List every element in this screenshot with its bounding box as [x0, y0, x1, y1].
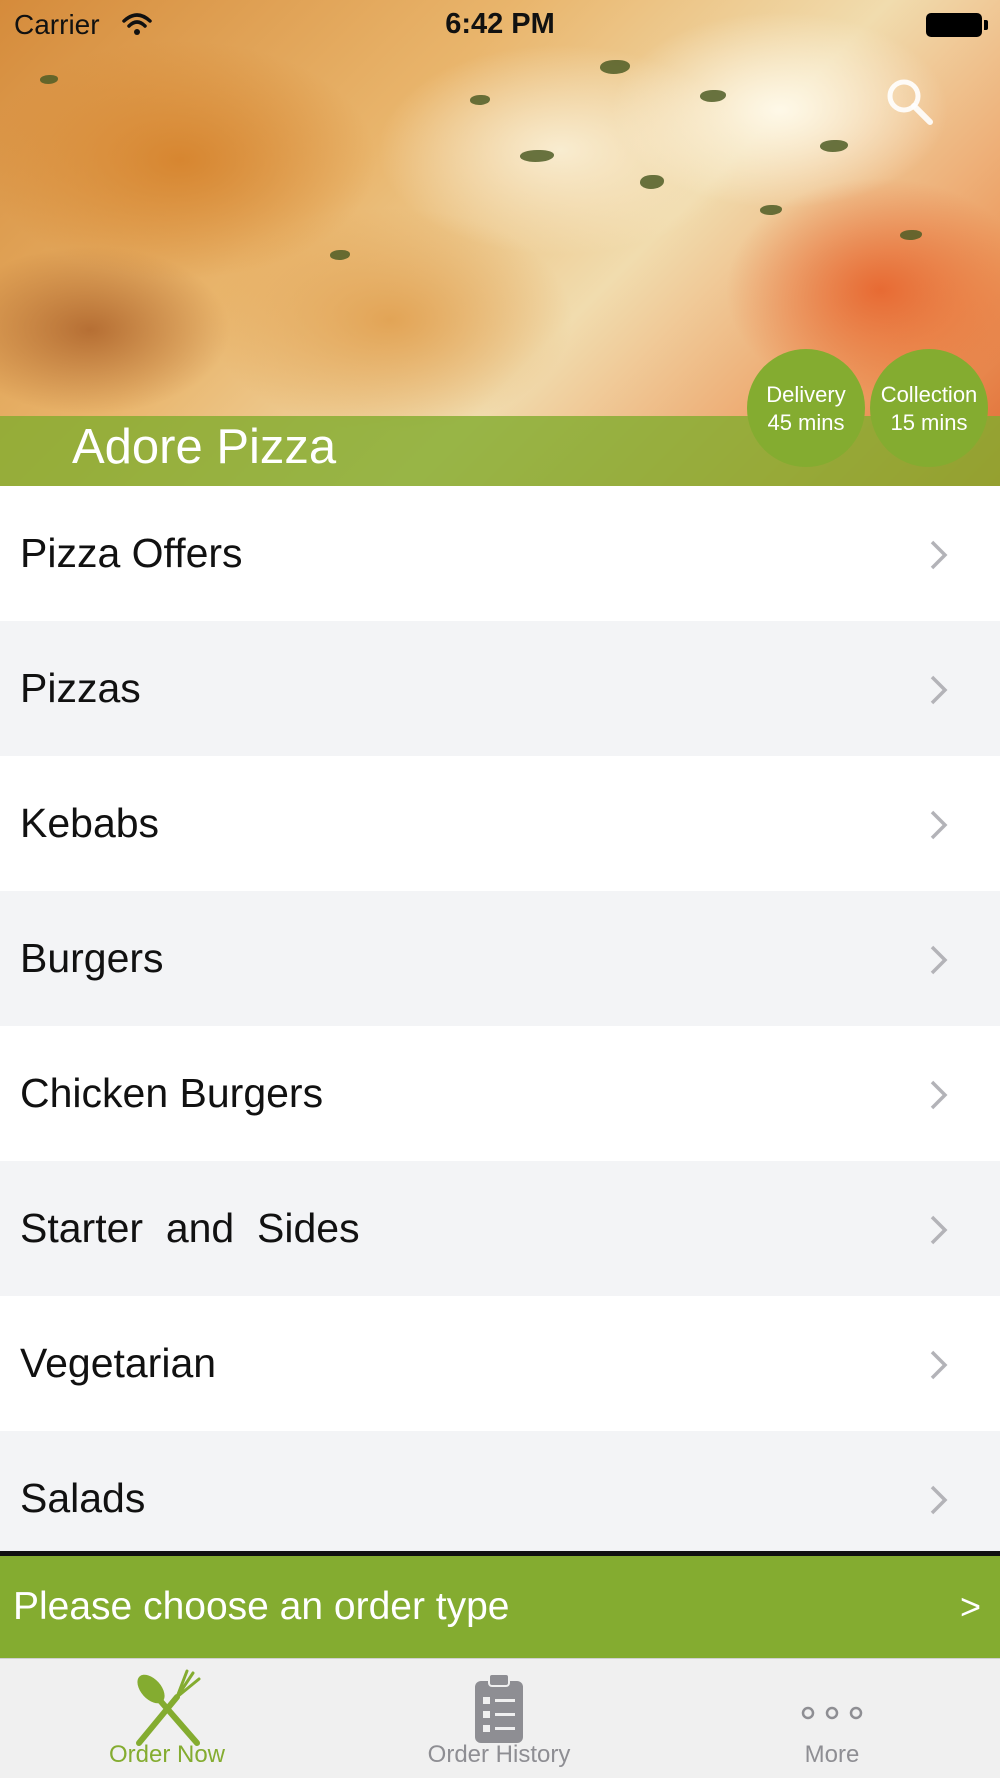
- order-type-arrow: >: [960, 1586, 982, 1627]
- tab-label: Order Now: [108, 1741, 226, 1768]
- clipboard-icon: [475, 1673, 523, 1743]
- tab-bar: Order Now Order History More: [0, 1658, 1000, 1778]
- category-label: Pizzas: [20, 665, 141, 711]
- category-label: Starter and Sides: [20, 1205, 360, 1251]
- category-item-pizza-offers[interactable]: Pizza Offers: [0, 486, 1000, 621]
- tab-label: Order History: [427, 1741, 571, 1768]
- herb-decoration: [760, 205, 782, 215]
- herb-decoration: [40, 75, 58, 84]
- chevron-right-icon: [930, 1215, 948, 1245]
- category-label: Pizza Offers: [20, 530, 243, 576]
- herb-decoration: [600, 60, 630, 74]
- herb-decoration: [700, 90, 726, 102]
- category-label: Chicken Burgers: [20, 1070, 324, 1116]
- category-item-starter-and-sides[interactable]: Starter and Sides: [0, 1161, 1000, 1296]
- herb-decoration: [900, 230, 922, 240]
- search-icon[interactable]: [880, 72, 940, 132]
- category-item-chicken-burgers[interactable]: Chicken Burgers: [0, 1026, 1000, 1161]
- category-label: Kebabs: [20, 800, 160, 846]
- category-item-salads[interactable]: Salads: [0, 1431, 1000, 1551]
- chevron-right-icon: [930, 810, 948, 840]
- category-label: Salads: [20, 1475, 146, 1521]
- chevron-right-icon: [930, 675, 948, 705]
- tab-label: More: [804, 1741, 860, 1768]
- herb-decoration: [640, 175, 664, 189]
- category-list: Pizza Offers Pizzas Kebabs Burgers Chick…: [0, 486, 1000, 1551]
- herb-decoration: [820, 140, 848, 152]
- herb-decoration: [470, 95, 490, 105]
- order-type-label: Please choose an order type: [13, 1585, 510, 1628]
- chevron-right-icon: [930, 945, 948, 975]
- tab-order-now[interactable]: Order Now: [47, 1659, 287, 1779]
- tab-order-history[interactable]: Order History: [379, 1659, 619, 1779]
- chevron-right-icon: [930, 540, 948, 570]
- chevron-right-icon: [930, 1350, 948, 1380]
- chevron-right-icon: [930, 1080, 948, 1110]
- more-dots-icon: [801, 1706, 863, 1720]
- fork-knife-icon: [136, 1669, 201, 1746]
- collection-label: Collection: [880, 382, 978, 407]
- delivery-label: Delivery: [766, 382, 846, 407]
- delivery-time-badge[interactable]: Delivery 45 mins: [747, 349, 865, 467]
- status-time: 6:42 PM: [445, 8, 555, 40]
- order-type-button[interactable]: Please choose an order type >: [0, 1556, 1000, 1658]
- status-bar: Carrier 6:42 PM: [0, 0, 1000, 50]
- chevron-right-icon: [930, 1485, 948, 1515]
- category-item-kebabs[interactable]: Kebabs: [0, 756, 1000, 891]
- category-item-vegetarian[interactable]: Vegetarian: [0, 1296, 1000, 1431]
- category-label: Vegetarian: [20, 1340, 217, 1386]
- herb-decoration: [520, 150, 554, 162]
- category-label: Burgers: [20, 935, 164, 981]
- tab-more[interactable]: More: [712, 1659, 952, 1779]
- battery-icon: [926, 13, 988, 37]
- category-item-pizzas[interactable]: Pizzas: [0, 621, 1000, 756]
- restaurant-name: Adore Pizza: [72, 420, 337, 474]
- herb-decoration: [330, 250, 350, 260]
- delivery-time: 45 mins: [767, 410, 845, 435]
- collection-time-badge[interactable]: Collection 15 mins: [870, 349, 988, 467]
- category-item-burgers[interactable]: Burgers: [0, 891, 1000, 1026]
- collection-time: 15 mins: [890, 410, 968, 435]
